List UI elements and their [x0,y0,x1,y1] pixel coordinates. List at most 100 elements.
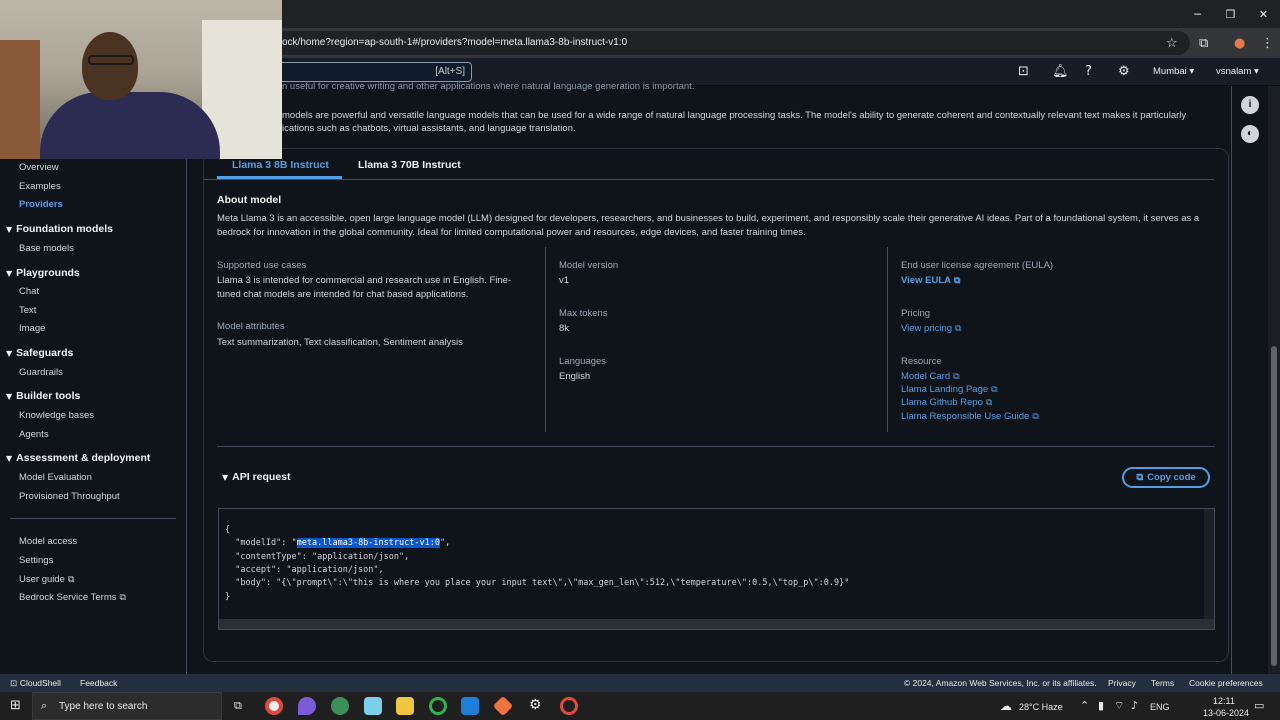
info-icon[interactable]: i [1241,96,1259,114]
vscode-icon[interactable] [461,697,479,715]
caret-down-icon: ▼ [6,225,13,234]
resource-label: Resource [901,356,942,367]
sidebar-item-guardrails[interactable]: Guardrails [19,367,63,378]
task-view-icon[interactable]: ⧉ [234,699,242,713]
feedback-link[interactable]: Feedback [80,678,117,688]
clock-date[interactable]: 13-06-2024 [1203,708,1249,718]
link-label: Bedrock Service Terms [19,592,117,603]
clock-time[interactable]: 12:11 [1213,696,1235,706]
llama-responsible-use-link[interactable]: Llama Responsible Use Guide ⧉ [901,411,1039,422]
console-search-input[interactable]: [Alt+S] [250,62,472,82]
cloudshell-label: CloudShell [19,678,61,688]
selected-model-id[interactable]: meta.llama3-8b-instruct-v1:0 [296,538,440,548]
caret-down-icon: ▼ [6,392,13,401]
section-title: Safeguards [16,347,74,359]
sidebar-item-service-terms[interactable]: Bedrock Service Terms ⧉ [19,592,126,603]
sidebar-item-settings[interactable]: Settings [19,555,53,566]
profile-avatar-icon[interactable]: ● [1234,36,1245,51]
app-icon-circle[interactable] [429,697,447,715]
app-icon-green[interactable] [331,697,349,715]
webcam-person-glasses [88,55,134,65]
windows-taskbar: ⊞ ⌕ Type here to search ⧉ ⚙ ☁ 28°C Haze … [0,692,1280,720]
section-title: Assessment & deployment [16,452,151,464]
sidebar-item-image[interactable]: Image [19,323,45,334]
app-icon-notes[interactable] [364,697,382,715]
section-assessment-deployment[interactable]: ▼ Assessment & deployment [6,452,150,464]
notification-center-icon[interactable]: ▭ [1254,699,1264,712]
notifications-bell-icon[interactable]: 🔔︎ [1052,64,1069,79]
external-link-icon: ⧉ [67,575,75,585]
help-icon[interactable]: ? [1085,64,1092,79]
view-eula-link[interactable]: View EULA ⧉ [901,275,960,286]
llama-github-repo-link[interactable]: Llama Github Repo ⧉ [901,397,992,408]
sidebar-item-provisioned-throughput[interactable]: Provisioned Throughput [19,491,120,502]
sidebar-item-base-models[interactable]: Base models [19,243,74,254]
cloudshell-icon[interactable]: ⊡ [1018,64,1029,79]
llama-landing-page-link[interactable]: Llama Landing Page ⧉ [901,384,998,395]
sidebar-item-providers[interactable]: Providers [19,199,63,210]
tab-llama3-8b[interactable]: Llama 3 8B Instruct [232,159,329,171]
use-cases-value: tuned chat models are intended for chat … [217,289,469,300]
tray-overflow-icon[interactable]: ⌃ [1080,699,1089,712]
tab-llama3-70b[interactable]: Llama 3 70B Instruct [358,159,461,171]
minimize-button[interactable]: ─ [1181,0,1214,28]
api-request-toggle[interactable]: ▼ API request [222,471,291,483]
tutorial-icon[interactable]: ◐ [1241,125,1259,143]
sidebar-item-user-guide[interactable]: User guide ⧉ [19,574,74,585]
terms-link[interactable]: Terms [1151,678,1174,688]
sidebar-divider [10,518,176,519]
language-indicator[interactable]: ENG [1150,702,1170,712]
settings-icon[interactable]: ⚙ [529,697,542,713]
copy-code-label: Copy code [1147,472,1196,483]
chrome-app-icon[interactable] [265,697,283,715]
battery-icon[interactable]: ▮ [1098,699,1104,712]
windows-start-icon[interactable]: ⊞ [10,698,21,713]
model-card-link[interactable]: Model Card ⧉ [901,371,960,382]
restore-button[interactable]: ❐ [1214,0,1247,28]
code-line: "accept": "application/json", [225,565,384,575]
languages-value: English [559,371,591,382]
copy-code-button[interactable]: ⧉ Copy code [1122,467,1210,488]
close-window-button[interactable]: ✕ [1247,0,1280,28]
view-pricing-link[interactable]: View pricing ⧉ [901,323,961,334]
app-icon-red[interactable] [560,697,578,715]
cookie-preferences-link[interactable]: Cookie preferences [1189,678,1263,688]
description-line: ications such as chatbots, virtual assis… [282,123,576,134]
section-safeguards[interactable]: ▼ Safeguards [6,347,73,359]
url-text[interactable]: ock/home?region=ap-south-1#/providers?mo… [282,37,627,48]
sidebar-item-examples[interactable]: Examples [19,181,61,192]
bookmark-star-icon[interactable]: ☆ [1166,36,1178,51]
sidebar-item-chat[interactable]: Chat [19,286,39,297]
browser-menu-icon[interactable]: ⋮ [1261,36,1274,51]
api-request-code[interactable]: { "modelId": "meta.llama3-8b-instruct-v1… [218,508,1215,630]
network-icon[interactable]: ⌔ [1114,699,1124,713]
sidebar-item-model-access[interactable]: Model access [19,536,77,547]
account-menu[interactable]: vsnalam ▾ [1216,66,1259,77]
cloudshell-button[interactable]: ⊡ CloudShell [10,678,61,689]
weather-text[interactable]: 28°C Haze [1019,702,1063,712]
region-selector[interactable]: Mumbai ▾ [1153,66,1194,77]
section-foundation-models[interactable]: ▼ Foundation models [6,223,113,235]
app-icon-drop[interactable] [298,697,316,715]
sidebar-item-overview[interactable]: Overview [19,162,59,173]
sidebar-item-knowledge-bases[interactable]: Knowledge bases [19,410,94,421]
external-link-icon: ⧉ [991,385,998,395]
code-horizontal-scrollbar[interactable] [219,619,1214,629]
settings-gear-icon[interactable]: ⚙ [1118,64,1130,79]
file-explorer-icon[interactable] [396,697,414,715]
code-line: { [225,525,231,535]
column-divider [887,247,888,432]
code-vertical-scrollbar[interactable] [1204,509,1214,621]
sidebar-item-agents[interactable]: Agents [19,429,49,440]
page-scrollbar[interactable] [1268,86,1280,674]
page-scrollbar-thumb[interactable] [1271,346,1277,666]
section-playgrounds[interactable]: ▼ Playgrounds [6,267,80,279]
git-icon[interactable] [492,695,514,717]
extensions-icon[interactable]: ⧉ [1199,36,1208,51]
sidebar-item-text[interactable]: Text [19,305,36,316]
volume-icon[interactable]: ♪ [1131,699,1138,712]
sidebar-item-model-evaluation[interactable]: Model Evaluation [19,472,92,483]
section-builder-tools[interactable]: ▼ Builder tools [6,390,80,402]
taskbar-search-box[interactable]: ⌕ Type here to search [32,692,222,720]
privacy-link[interactable]: Privacy [1108,678,1136,688]
